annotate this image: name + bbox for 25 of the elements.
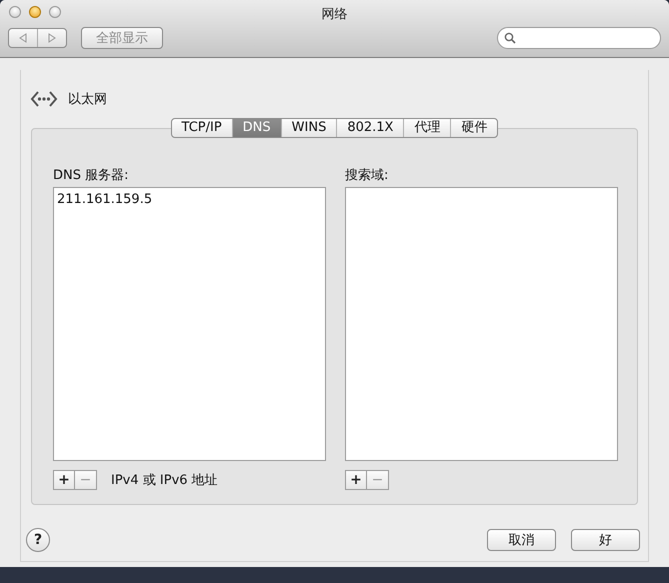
close-window-button[interactable] [9, 6, 21, 18]
search-field[interactable] [497, 27, 661, 49]
add-button[interactable]: + [345, 470, 367, 490]
service-name: 以太网 [68, 91, 107, 108]
ok-button[interactable]: 好 [571, 529, 640, 551]
search-icon [504, 32, 516, 44]
minimize-window-button[interactable] [29, 6, 41, 18]
tab[interactable]: 802.1X [336, 119, 404, 137]
window-title: 网络 [322, 7, 348, 22]
tab[interactable]: WINS [280, 119, 336, 137]
ethernet-icon [30, 89, 58, 109]
tab[interactable]: 代理 [403, 119, 450, 137]
zoom-window-button[interactable] [49, 6, 61, 18]
tab[interactable]: DNS [232, 119, 281, 137]
list-box[interactable]: 211.161.159.5 [53, 187, 326, 461]
hint-text: IPv4 或 IPv6 地址 [111, 472, 218, 489]
add-button[interactable]: + [53, 470, 75, 490]
list-entry[interactable]: 211.161.159.5 [57, 191, 322, 208]
back-icon[interactable] [18, 33, 28, 43]
list-label: 搜索域: [345, 167, 390, 184]
help-button[interactable]: ? [26, 528, 50, 552]
list-label: DNS 服务器: [53, 167, 130, 184]
tab[interactable]: TCP/IP [172, 119, 232, 137]
cancel-button[interactable]: 取消 [487, 529, 556, 551]
forward-icon[interactable] [47, 33, 57, 43]
